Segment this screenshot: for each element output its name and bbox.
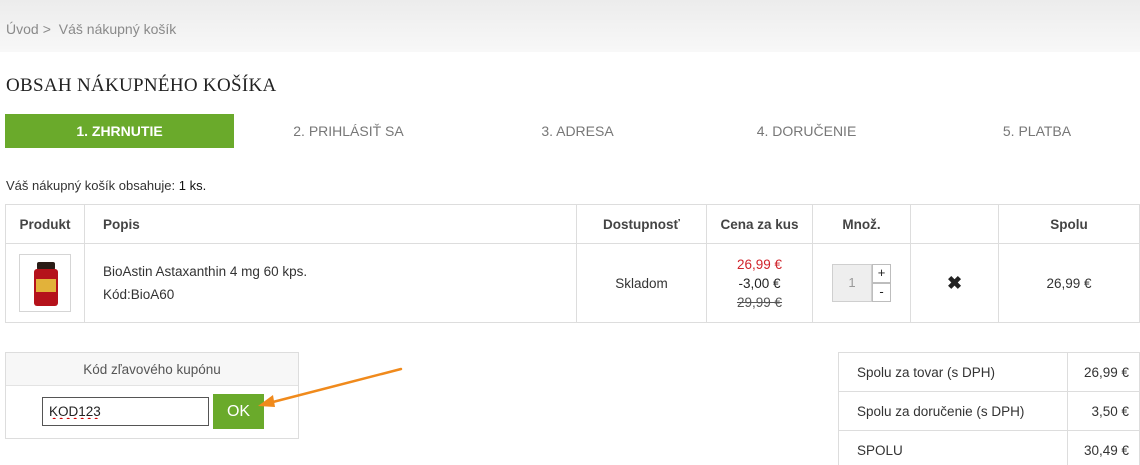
price-new: 26,99 € xyxy=(736,256,783,272)
header-product: Produkt xyxy=(5,204,85,244)
cart-summary-count: 1 ks. xyxy=(178,178,207,193)
product-description-cell: BioAstin Astaxanthin 4 mg 60 kps. Kód:Bi… xyxy=(84,243,577,323)
quantity-cell: 1 + - xyxy=(812,243,911,323)
totals-delivery-label: Spolu za doručenie (s DPH) xyxy=(838,391,1068,431)
page-title: OBSAH NÁKUPNÉHO KOŠÍKA xyxy=(6,75,277,96)
totals-goods-label: Spolu za tovar (s DPH) xyxy=(838,352,1068,392)
totals-grand-value: 30,49 € xyxy=(1067,430,1140,465)
totals-row-grand: SPOLU 30,49 € xyxy=(838,430,1140,465)
quantity-stepper: 1 + - xyxy=(832,264,891,302)
breadcrumb-bar: Úvod > Váš nákupný košík xyxy=(0,0,1140,52)
header-unit-price: Cena za kus xyxy=(706,204,813,244)
quantity-decrease-button[interactable]: - xyxy=(872,283,891,302)
supplement-bottle-icon xyxy=(34,262,58,306)
product-name[interactable]: BioAstin Astaxanthin 4 mg 60 kps. xyxy=(103,260,576,283)
step-delivery[interactable]: 4. DORUČENIE xyxy=(692,114,921,148)
price-discount: -3,00 € xyxy=(738,275,781,291)
step-login[interactable]: 2. PRIHLÁSIŤ SA xyxy=(234,114,463,148)
breadcrumb: Úvod > Váš nákupný košík xyxy=(6,21,176,37)
quantity-input[interactable]: 1 xyxy=(832,264,872,302)
breadcrumb-home-link[interactable]: Úvod xyxy=(6,21,39,37)
remove-item-icon[interactable]: ✖ xyxy=(947,273,962,294)
header-description: Popis xyxy=(84,204,577,244)
breadcrumb-current: Váš nákupný košík xyxy=(58,21,177,37)
row-total: 26,99 € xyxy=(998,243,1140,323)
totals-grand-label: SPOLU xyxy=(838,430,1068,465)
product-image-cell xyxy=(5,243,85,323)
cart-summary: Váš nákupný košík obsahuje: 1 ks. xyxy=(6,178,206,193)
step-summary[interactable]: 1. ZHRNUTIE xyxy=(5,114,234,148)
cart-summary-label: Váš nákupný košík obsahuje: xyxy=(6,178,176,193)
totals-goods-value: 26,99 € xyxy=(1067,352,1140,392)
totals-row-delivery: Spolu za doručenie (s DPH) 3,50 € xyxy=(838,391,1140,431)
price-old: 29,99 € xyxy=(736,294,783,310)
cart-table: Produkt Popis Dostupnosť Cena za kus Mno… xyxy=(5,204,1140,323)
cart-table-header: Produkt Popis Dostupnosť Cena za kus Mno… xyxy=(5,204,1140,244)
quantity-increase-button[interactable]: + xyxy=(872,264,891,283)
step-address[interactable]: 3. ADRESA xyxy=(463,114,692,148)
header-quantity: Množ. xyxy=(812,204,911,244)
unit-price-cell: 26,99 € -3,00 € 29,99 € xyxy=(706,243,813,323)
remove-cell: ✖ xyxy=(910,243,999,323)
step-payment[interactable]: 5. PLATBA xyxy=(921,114,1140,148)
totals-row-goods: Spolu za tovar (s DPH) 26,99 € xyxy=(838,352,1140,392)
checkout-steps: 1. ZHRNUTIE 2. PRIHLÁSIŤ SA 3. ADRESA 4.… xyxy=(5,114,1140,148)
breadcrumb-separator: > xyxy=(42,21,51,37)
annotation-arrow-icon xyxy=(258,367,403,407)
table-row: BioAstin Astaxanthin 4 mg 60 kps. Kód:Bi… xyxy=(5,243,1140,323)
availability-status: Skladom xyxy=(576,243,707,323)
coupon-code-input[interactable] xyxy=(42,397,209,426)
product-code: Kód:BioA60 xyxy=(103,287,175,302)
totals-delivery-value: 3,50 € xyxy=(1067,391,1140,431)
header-remove xyxy=(910,204,999,244)
product-image[interactable] xyxy=(19,254,71,312)
header-availability: Dostupnosť xyxy=(576,204,707,244)
order-totals: Spolu za tovar (s DPH) 26,99 € Spolu za … xyxy=(838,352,1140,465)
header-total: Spolu xyxy=(998,204,1140,244)
